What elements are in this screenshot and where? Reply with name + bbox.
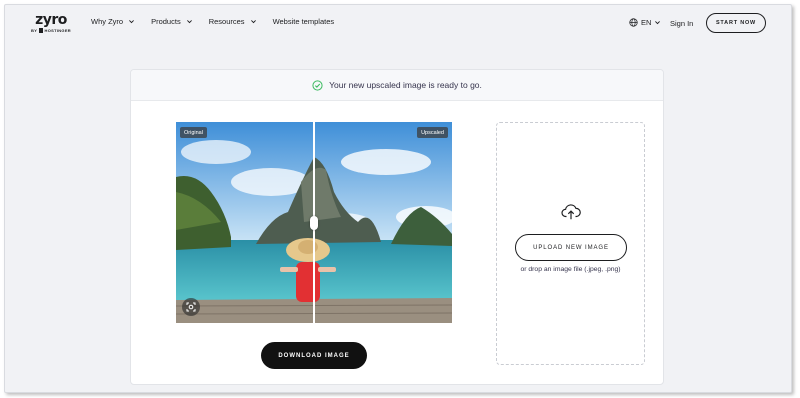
browser-frame: zyro BY HOSTINGER Why Zyro Products Reso…: [4, 4, 792, 393]
language-selector[interactable]: EN: [629, 18, 661, 27]
success-banner: Your new upscaled image is ready to go.: [131, 70, 663, 101]
zyro-logo[interactable]: zyro BY HOSTINGER: [31, 13, 71, 33]
hostinger-mark-icon: [39, 28, 43, 33]
original-label: Original: [180, 127, 207, 138]
nav-item-label: Why Zyro: [91, 17, 124, 26]
logo-byline: BY HOSTINGER: [31, 28, 71, 33]
cloud-upload-icon: [561, 204, 581, 220]
nav-item-label: Products: [151, 17, 181, 26]
start-now-button[interactable]: START NOW: [706, 13, 766, 33]
upscaler-result-card: Your new upscaled image is ready to go.: [130, 69, 664, 385]
chevron-down-icon: [250, 20, 256, 24]
chevron-down-icon: [129, 20, 135, 24]
nav-item-label: Resources: [208, 17, 245, 26]
comparison-handle[interactable]: [310, 216, 318, 230]
nav-item-label: Website templates: [272, 17, 335, 26]
logo-wordmark: zyro: [35, 12, 67, 28]
scan-icon: [186, 302, 196, 312]
nav-products[interactable]: Products: [151, 17, 193, 26]
download-image-button[interactable]: DOWNLOAD IMAGE: [261, 342, 367, 369]
upload-new-image-button[interactable]: UPLOAD NEW IMAGE: [515, 234, 627, 261]
nav-resources[interactable]: Resources: [209, 17, 257, 26]
check-circle-icon: [312, 79, 323, 91]
top-navigation: zyro BY HOSTINGER Why Zyro Products Reso…: [5, 5, 791, 45]
globe-icon: [629, 18, 638, 27]
drop-hint: or drop an image file (.jpeg, .png): [520, 266, 621, 273]
nav-website-templates[interactable]: Website templates: [273, 17, 335, 26]
language-label: EN: [641, 18, 652, 27]
image-comparison-slider[interactable]: Original Upscaled: [176, 122, 452, 323]
main-nav: Why Zyro Products Resources Website temp…: [91, 17, 334, 26]
upload-dropzone[interactable]: UPLOAD NEW IMAGE or drop an image file (…: [496, 122, 645, 365]
chevron-down-icon: [186, 20, 192, 24]
sign-in-link[interactable]: Sign In: [670, 19, 693, 28]
logo-sub-brand: HOSTINGER: [44, 28, 71, 33]
upscaled-label: Upscaled: [417, 127, 448, 138]
success-message: Your new upscaled image is ready to go.: [329, 80, 482, 90]
chevron-down-icon: [655, 21, 661, 25]
scan-button[interactable]: [182, 298, 200, 316]
nav-why-zyro[interactable]: Why Zyro: [91, 17, 135, 26]
logo-by: BY: [31, 28, 38, 33]
